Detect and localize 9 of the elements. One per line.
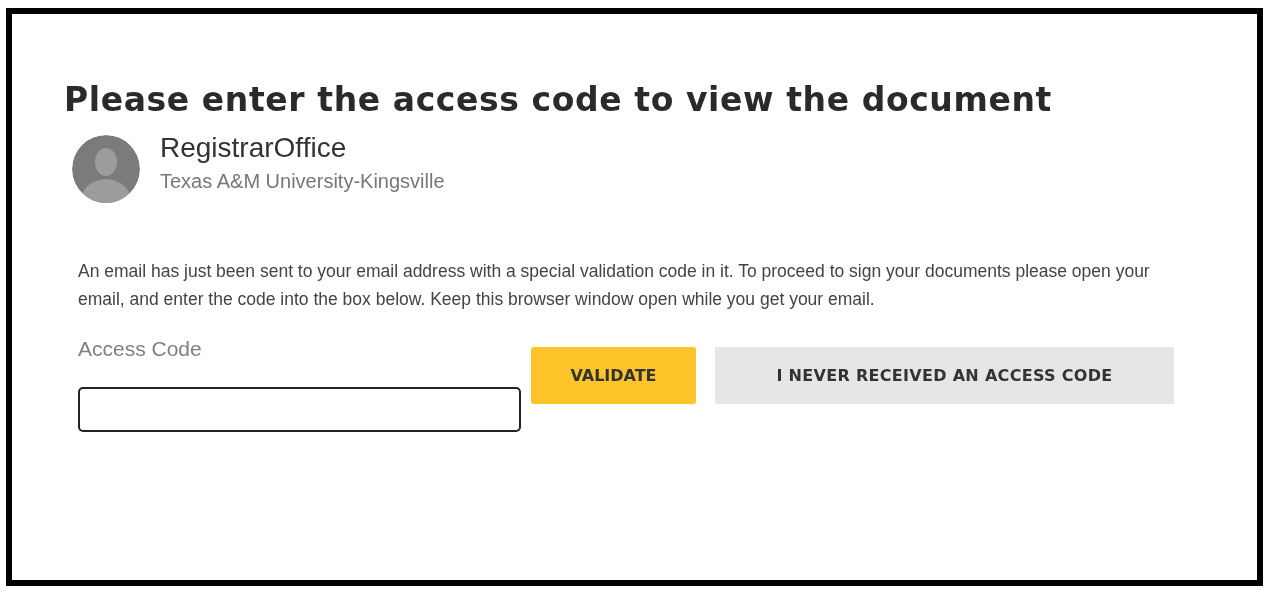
sender-name: RegistrarOffice — [160, 131, 348, 164]
no-code-button[interactable]: I NEVER RECEIVED AN ACCESS CODE — [715, 347, 1174, 404]
access-code-field[interactable] — [78, 387, 521, 432]
validate-button[interactable]: VALIDATE — [531, 347, 696, 404]
page-title: Please enter the access code to view the document — [64, 80, 1053, 119]
field-label: Access Code — [78, 337, 203, 361]
avatar-icon — [72, 135, 140, 203]
sender-organization: Texas A&M University-Kingsville — [160, 169, 445, 193]
instruction-text: An email has just been sent to your email address with a special validation code in it. To proceed to sign your documents please open your email, and enter the code into the box below. Keep this browser window open while you get your email. — [78, 260, 1151, 311]
